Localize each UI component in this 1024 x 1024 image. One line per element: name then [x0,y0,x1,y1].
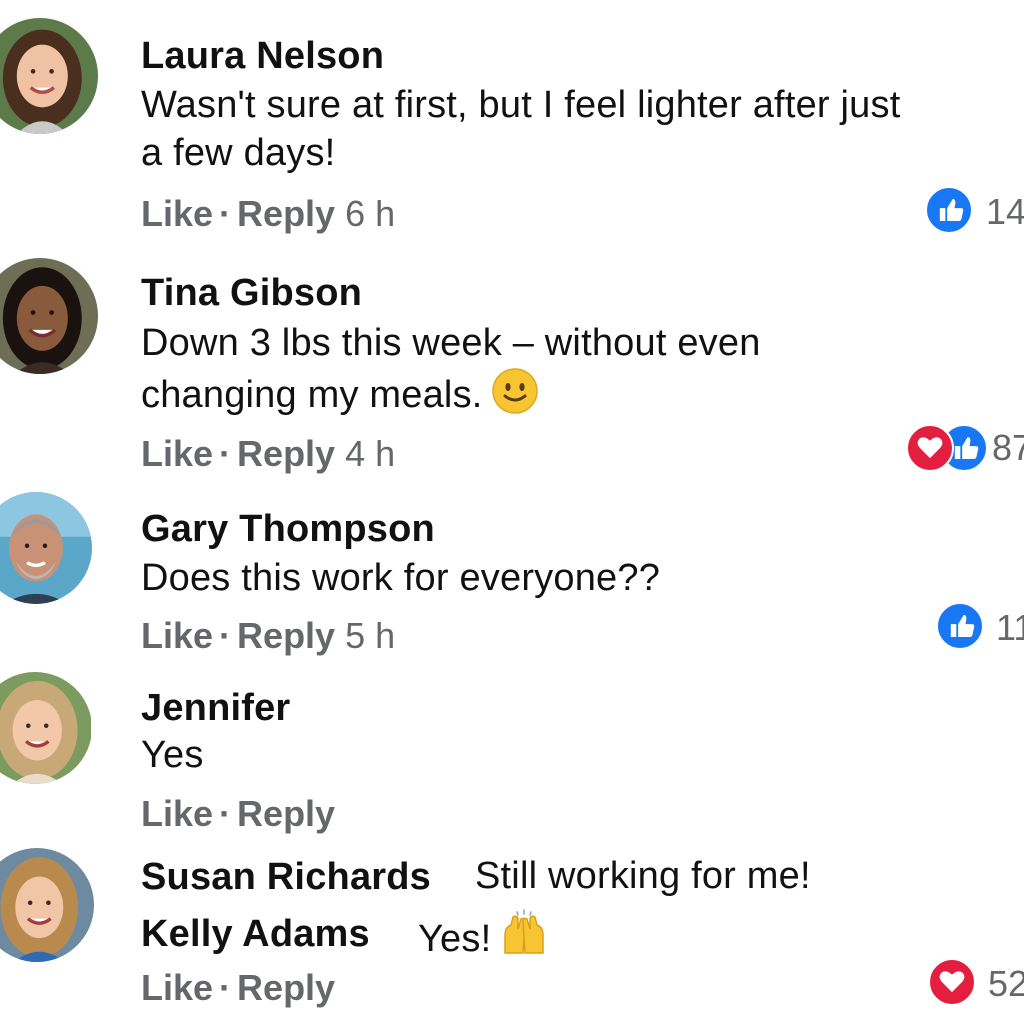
like-button[interactable]: Like [141,433,213,474]
reply-button[interactable]: Reply [237,615,335,656]
comment-actions: Like · Reply 4 h [141,432,395,476]
like-button[interactable]: Like [141,193,213,234]
reply-button[interactable]: Reply [237,793,335,834]
comment-timestamp[interactable]: 4 h [345,433,395,474]
reply-text: Still working for me! [475,855,811,897]
avatar-laura-nelson[interactable] [0,18,98,134]
like-icon[interactable] [936,602,984,650]
reply-text-with-emoji: Yes! [418,909,549,971]
raising-hands-emoji [499,909,549,971]
comment-author-name[interactable]: Tina Gibson [141,271,362,315]
comment-text-line: Down 3 lbs this week – without even [141,322,761,364]
separator-dot: · [219,793,232,834]
comment-text: Down 3 lbs this week – without even chan… [141,319,761,427]
reply-author-name[interactable]: Susan Richards [141,855,431,899]
love-icon[interactable] [906,424,954,472]
avatar-gary-thompson[interactable] [0,492,92,604]
comment-text: Does this work for everyone?? [141,554,660,602]
separator-dot: · [219,433,232,474]
avatar-jennifer[interactable] [0,672,92,784]
comment-text-line: Does this work for everyone?? [141,557,661,599]
comment-timestamp[interactable]: 5 h [345,615,395,656]
like-button[interactable]: Like [141,615,213,656]
comment-author-name[interactable]: Gary Thompson [141,507,435,551]
comment-text-line: Wasn't sure at first, but I feel lighter… [141,84,901,126]
avatar-tina-gibson[interactable] [0,258,98,374]
comment-author-name[interactable]: Jennifer [141,686,290,730]
separator-dot: · [219,193,232,234]
comment-actions: Like · Reply [141,792,335,836]
comment-text-line: a few days! [141,132,336,174]
comment-actions: Like · Reply 5 h [141,614,395,658]
love-icon[interactable] [928,958,976,1006]
comment-text-line: Yes [141,734,204,776]
comment-text: Yes [141,731,204,779]
separator-dot: · [219,615,232,656]
reaction-count[interactable]: 52 [988,962,1024,1006]
comment-timestamp[interactable]: 6 h [345,193,395,234]
reply-text: Yes! [418,918,492,960]
comment-text-line-with-emoji: changing my meals. [141,367,761,427]
comment-author-name[interactable]: Laura Nelson [141,34,384,78]
reply-button[interactable]: Reply [237,193,335,234]
reply-button[interactable]: Reply [237,433,335,474]
comment-text-segment: changing my meals. [141,374,483,416]
like-button[interactable]: Like [141,793,213,834]
reaction-count[interactable]: 14 [986,190,1024,234]
like-icon[interactable] [925,186,973,234]
slightly-smiling-face-emoji [491,367,539,427]
reply-actions: Like · Reply [141,966,335,1010]
avatar-susan-richards[interactable] [0,848,94,962]
reply-author-name[interactable]: Kelly Adams [141,912,370,956]
reply-button[interactable]: Reply [237,967,335,1008]
comment-actions: Like · Reply 6 h [141,192,395,236]
separator-dot: · [219,967,232,1008]
like-button[interactable]: Like [141,967,213,1008]
reaction-count[interactable]: 87 [992,426,1024,470]
reaction-count[interactable]: 11 [996,606,1024,650]
comment-text: Wasn't sure at first, but I feel lighter… [141,81,900,177]
